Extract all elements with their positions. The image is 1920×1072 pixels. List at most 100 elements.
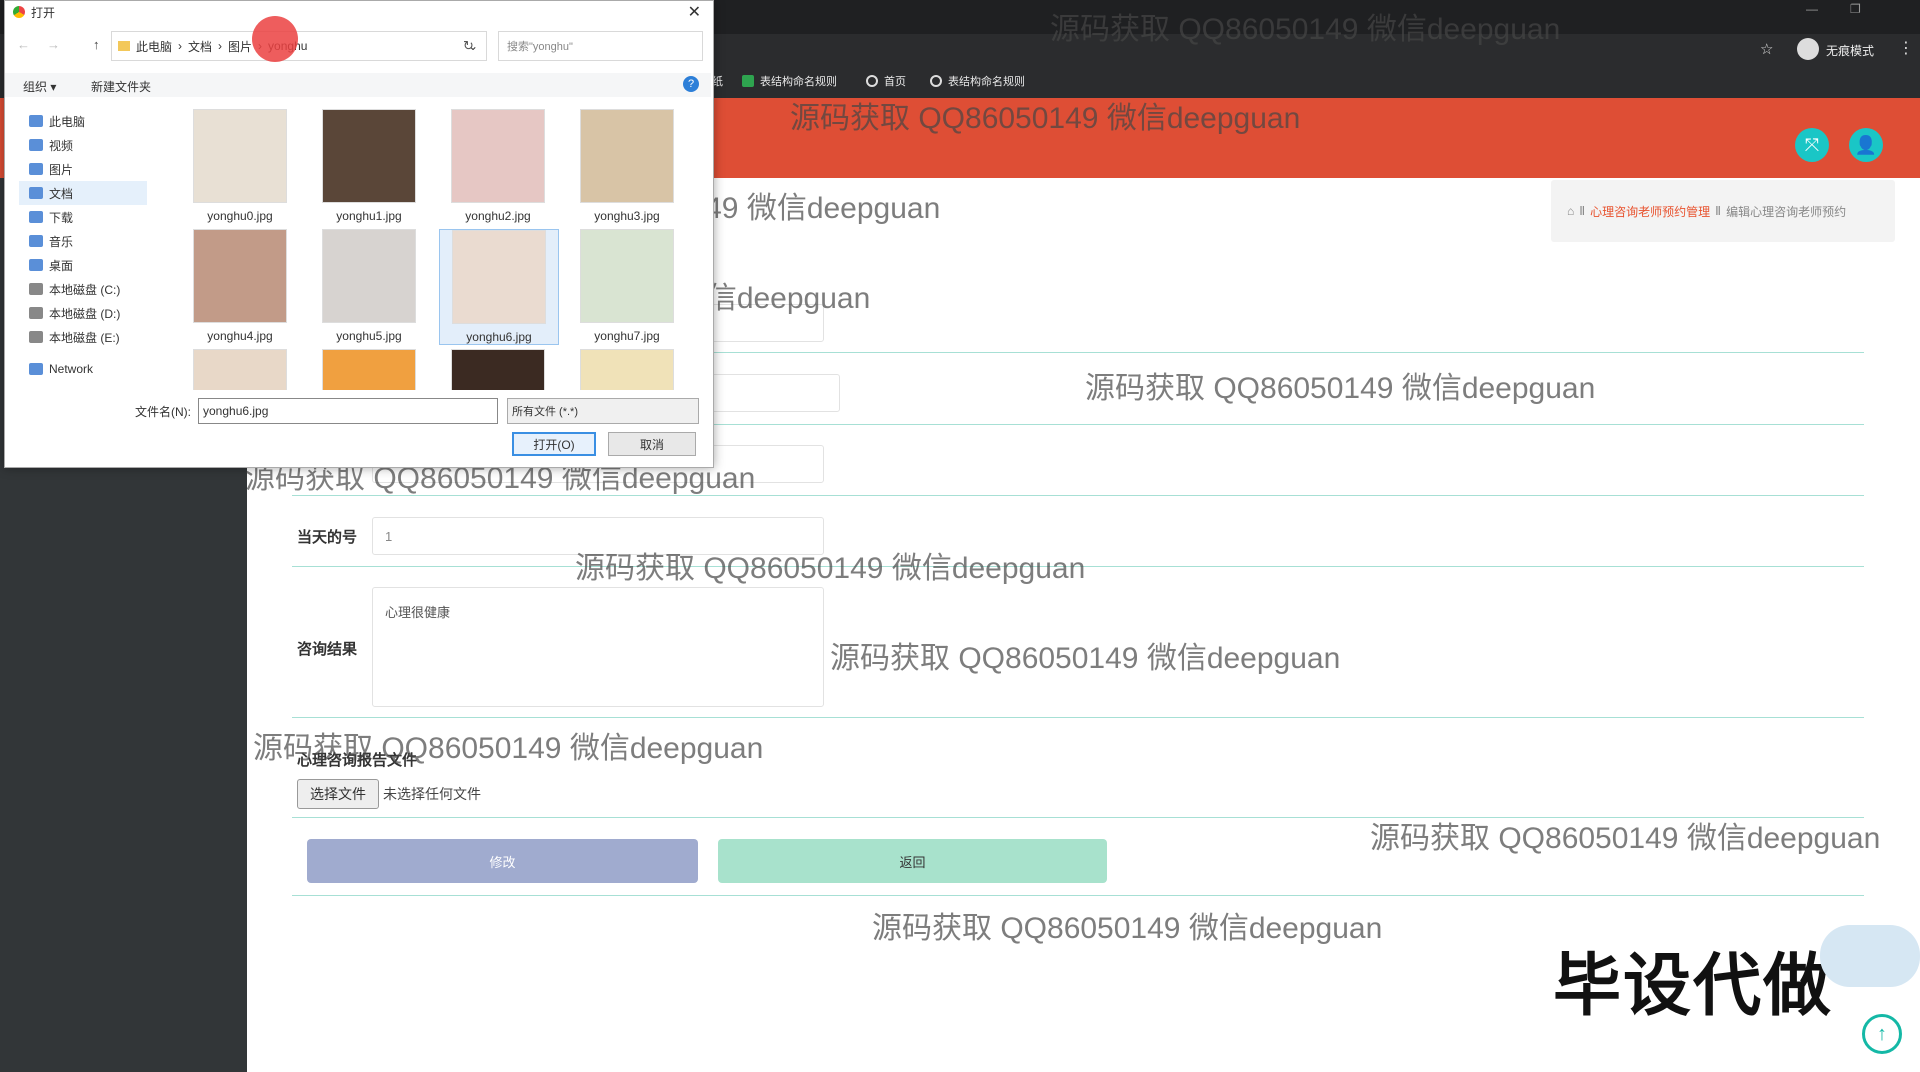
file-item[interactable]: yonghu5.jpg (310, 229, 428, 343)
picture-icon (29, 163, 43, 175)
refresh-icon[interactable]: ↻ (463, 38, 474, 54)
restore-icon[interactable]: ❐ (1850, 2, 1861, 16)
new-folder-button[interactable]: 新建文件夹 (91, 78, 151, 95)
watermark: 源码获取 QQ86050149 微信deepguan (1050, 13, 1561, 46)
choose-file-button[interactable]: 选择文件 (297, 779, 379, 809)
file-thumbnail (451, 109, 545, 203)
open-button[interactable]: 打开(O) (512, 432, 596, 456)
pc-icon (29, 115, 43, 127)
file-item[interactable]: yonghu0.jpg (181, 109, 299, 223)
address-bar[interactable]: 此电脑› 文档› 图片› yonghu ⌄ (111, 31, 487, 61)
divider (292, 895, 1864, 896)
filename-input[interactable]: yonghu6.jpg (198, 398, 498, 424)
minimize-icon[interactable]: — (1806, 2, 1818, 16)
fullscreen-button[interactable]: ⤧ (1795, 128, 1829, 162)
nav-item[interactable]: 本地磁盘 (C:) (19, 277, 147, 301)
path-segment[interactable]: 此电脑 (136, 38, 172, 55)
file-item[interactable]: yonghu4.jpg (181, 229, 299, 343)
bookmark-table-rules-2[interactable]: 表结构命名规则 (930, 73, 1025, 89)
user-icon: 👤 (1854, 134, 1878, 155)
file-item[interactable]: yonghu2.jpg (439, 109, 557, 223)
path-segment[interactable]: 文档 (188, 38, 212, 55)
file-name: yonghu1.jpg (336, 209, 402, 223)
cancel-button[interactable]: 取消 (608, 432, 696, 456)
nav-label: 音乐 (49, 234, 74, 249)
incognito-label[interactable]: 无痕模式 (1826, 42, 1874, 59)
document-icon (29, 187, 43, 199)
result-textarea[interactable]: 心理很健康 (372, 587, 824, 707)
close-icon[interactable]: ✕ (688, 2, 701, 22)
file-name: yonghu7.jpg (594, 329, 660, 343)
divider (292, 717, 1864, 718)
file-thumbnail (322, 349, 416, 390)
drive-icon (29, 331, 43, 343)
search-input[interactable]: 搜索"yonghu" (498, 31, 703, 61)
arrow-up-icon: ↑ (1877, 1022, 1887, 1045)
filename-label: 文件名(N): (135, 405, 191, 419)
file-item[interactable] (439, 349, 557, 390)
file-thumbnail (580, 229, 674, 323)
watermark: 源码获取 QQ86050149 微信deepguan (1085, 372, 1596, 405)
nav-item[interactable]: 桌面 (19, 253, 147, 277)
filetype-select[interactable]: 所有文件 (*.*) (507, 398, 699, 424)
home-icon[interactable]: ⌂ (1567, 204, 1574, 218)
file-thumbnail (322, 109, 416, 203)
bookmark-home[interactable]: 首页 (866, 73, 906, 89)
watermark: 源码获取 QQ86050149 微信deepguan (1370, 822, 1881, 855)
nav-item[interactable]: 本地磁盘 (D:) (19, 301, 147, 325)
bookmark-table-rules[interactable]: 表结构命名规则 (742, 73, 837, 89)
click-indicator (252, 16, 298, 62)
nav-item[interactable]: 视频 (19, 133, 147, 157)
user-button[interactable]: 👤 (1849, 128, 1883, 162)
scroll-top-button[interactable]: ↑ (1862, 1014, 1902, 1054)
download-icon (29, 211, 43, 223)
forward-arrow-icon[interactable]: → (47, 37, 60, 52)
file-name: yonghu2.jpg (465, 209, 531, 223)
bookmark-label: 表结构命名规则 (760, 76, 837, 88)
drive-icon (29, 307, 43, 319)
file-item[interactable] (181, 349, 299, 390)
breadcrumb-section[interactable]: 心理咨询老师预约管理 (1590, 203, 1710, 220)
file-status: 未选择任何文件 (383, 786, 481, 802)
network-icon (29, 363, 43, 375)
nav-label: 视频 (49, 138, 74, 153)
file-item[interactable]: yonghu7.jpg (568, 229, 686, 343)
help-icon[interactable]: ? (683, 76, 699, 92)
watermark: 源码获取 QQ86050149 微信deepguan (790, 102, 1301, 135)
drive-icon (29, 283, 43, 295)
nav-item[interactable]: 图片 (19, 157, 147, 181)
sheet-icon (742, 75, 754, 87)
breadcrumb-sep: Ⅱ (1579, 204, 1586, 218)
globe-icon (866, 75, 878, 87)
nav-item[interactable]: Network (19, 357, 147, 381)
file-item[interactable] (310, 349, 428, 390)
organize-button[interactable]: 组织 ▾ (23, 78, 56, 95)
path-segment[interactable]: 图片 (228, 38, 252, 55)
dialog-titlebar: 打开 ✕ (5, 1, 711, 23)
back-arrow-icon[interactable]: ← (17, 37, 30, 52)
bookmark-label: 表结构命名规则 (948, 76, 1025, 88)
browser-menu-icon[interactable]: ⋮ (1898, 38, 1914, 58)
nav-label: 图片 (49, 162, 74, 177)
nav-item[interactable]: 音乐 (19, 229, 147, 253)
file-item[interactable]: yonghu1.jpg (310, 109, 428, 223)
watermark: 源码获取 QQ86050149 微信deepguan (872, 912, 1383, 945)
nav-pane: 此电脑 视频 图片 文档 下载 音乐 桌面 本地磁盘 (C:) 本地磁盘 (D:… (19, 109, 147, 385)
file-item[interactable]: yonghu3.jpg (568, 109, 686, 223)
file-item-selected[interactable]: yonghu6.jpg (439, 229, 559, 345)
up-arrow-icon[interactable]: ↑ (93, 37, 100, 52)
nav-label: 桌面 (49, 258, 74, 273)
file-thumbnail (580, 109, 674, 203)
back-button[interactable]: 返回 (718, 839, 1107, 883)
video-icon (29, 139, 43, 151)
file-thumbnail (193, 349, 287, 390)
nav-label: 本地磁盘 (D:) (49, 306, 121, 321)
nav-item[interactable]: 此电脑 (19, 109, 147, 133)
modify-button[interactable]: 修改 (307, 839, 698, 883)
nav-item[interactable]: 本地磁盘 (E:) (19, 325, 147, 349)
file-item[interactable] (568, 349, 686, 390)
nav-item[interactable]: 下载 (19, 205, 147, 229)
nav-item[interactable]: 文档 (19, 181, 147, 205)
star-icon[interactable]: ☆ (1760, 40, 1773, 58)
watermark: 源码获取 QQ86050149 微信deepguan (830, 642, 1341, 675)
